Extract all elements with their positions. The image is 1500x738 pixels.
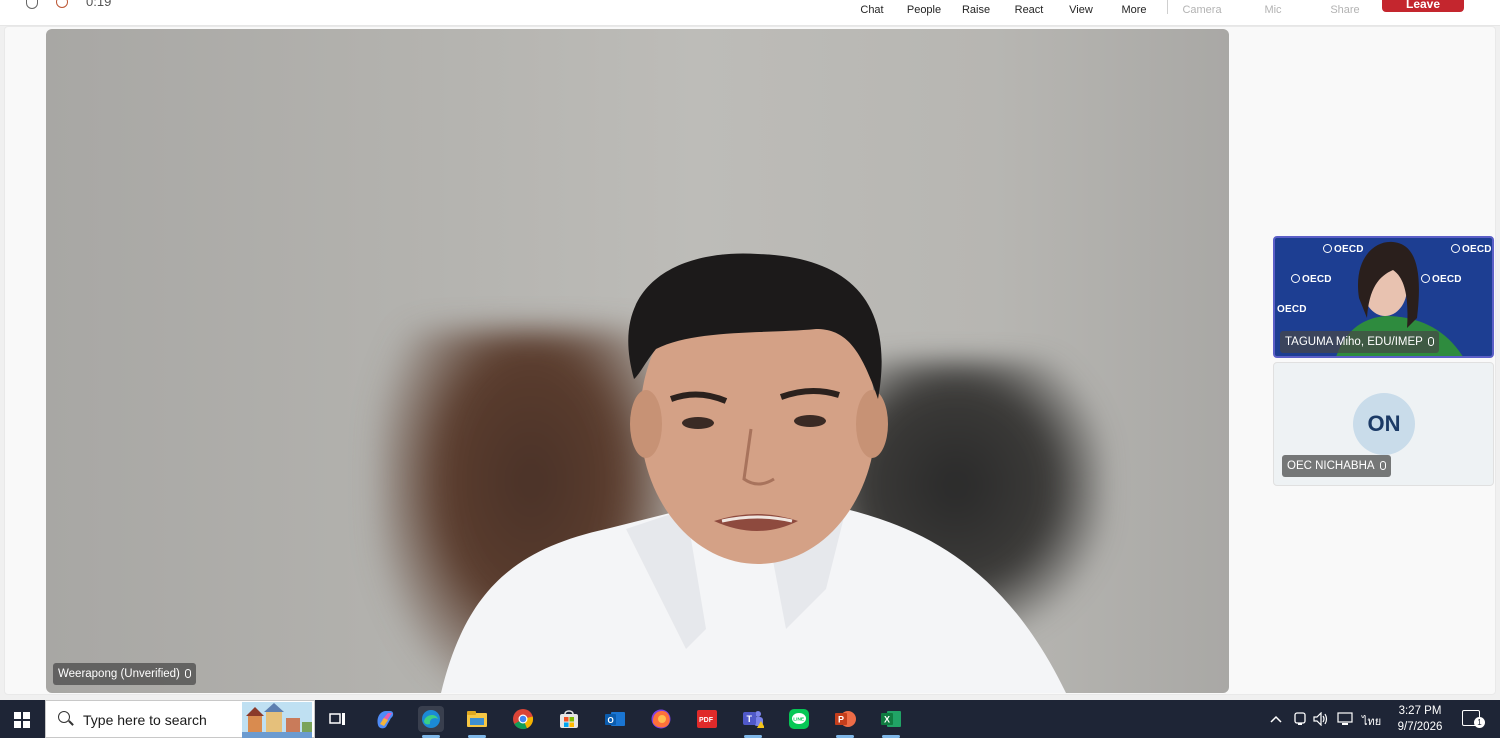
- toolbar-divider: [1167, 0, 1168, 14]
- participant-name-tag: OEC NICHABHA: [1282, 455, 1391, 477]
- windows-taskbar: Type here to search O PDF T LINE P X ไทย…: [0, 700, 1500, 738]
- line-messenger-icon[interactable]: LINE: [786, 706, 812, 732]
- meeting-status: 0:19: [26, 0, 111, 9]
- clock-time: 3:27 PM: [1398, 705, 1442, 717]
- svg-text:X: X: [884, 715, 890, 725]
- firefox-icon[interactable]: [648, 706, 674, 732]
- chevron-up-icon[interactable]: [1266, 708, 1286, 730]
- participant-name: TAGUMA Miho, EDU/IMEP: [1285, 336, 1423, 348]
- avatar: ON: [1353, 393, 1415, 455]
- meeting-timer: 0:19: [86, 0, 112, 9]
- windows-start-icon[interactable]: [14, 712, 30, 728]
- outlook-icon[interactable]: O: [602, 706, 628, 732]
- mic-button[interactable]: Mic: [1261, 4, 1285, 16]
- svg-text:O: O: [608, 716, 614, 725]
- task-view-icon[interactable]: [325, 706, 351, 732]
- edge-browser-icon[interactable]: [418, 706, 444, 732]
- svg-text:LINE: LINE: [793, 717, 805, 723]
- taskbar-search-box[interactable]: Type here to search: [45, 700, 315, 738]
- notification-badge: 1: [1474, 717, 1485, 728]
- svg-text:PDF: PDF: [699, 717, 714, 724]
- copilot-icon[interactable]: [372, 706, 398, 732]
- volume-icon[interactable]: [1311, 708, 1331, 730]
- meet-now-icon[interactable]: [1290, 708, 1310, 730]
- svg-text:T: T: [747, 714, 753, 724]
- leave-button[interactable]: Leave: [1382, 0, 1464, 12]
- input-language-indicator[interactable]: ไทย: [1362, 712, 1381, 738]
- people-button[interactable]: People: [904, 4, 944, 16]
- participant-tile[interactable]: OECD OECD OECD OECD OECD TAGUMA Miho, ED…: [1273, 236, 1494, 358]
- participant-tile[interactable]: ON OEC NICHABHA: [1273, 362, 1494, 486]
- system-clock[interactable]: 3:27 PM 9/7/2026: [1390, 703, 1450, 735]
- record-timer-icon: [56, 0, 68, 8]
- raise-hand-button[interactable]: Raise: [961, 4, 991, 16]
- chrome-browser-icon[interactable]: [510, 706, 536, 732]
- file-explorer-icon[interactable]: [464, 706, 490, 732]
- speaker-video-image: [441, 253, 1066, 693]
- search-placeholder: Type here to search: [83, 712, 207, 728]
- search-highlight-icon: [242, 702, 312, 738]
- share-button[interactable]: Share: [1329, 4, 1361, 16]
- mic-icon: [1379, 461, 1386, 470]
- main-video-feed[interactable]: Weerapong (Unverified): [46, 29, 1229, 693]
- camera-button[interactable]: Camera: [1182, 4, 1222, 16]
- mic-icon: [184, 669, 191, 678]
- pdf-reader-icon[interactable]: PDF: [694, 706, 720, 732]
- speaker-name: Weerapong (Unverified): [58, 668, 180, 680]
- network-icon[interactable]: [1335, 708, 1355, 730]
- teams-icon[interactable]: T: [740, 706, 766, 732]
- participant-name: OEC NICHABHA: [1287, 460, 1375, 472]
- svg-text:P: P: [838, 715, 844, 725]
- shield-icon: [26, 0, 38, 9]
- excel-icon[interactable]: X: [878, 706, 904, 732]
- react-button[interactable]: React: [1013, 4, 1045, 16]
- clock-date: 9/7/2026: [1397, 721, 1443, 733]
- mic-icon: [1427, 337, 1434, 346]
- microsoft-store-icon[interactable]: [556, 706, 582, 732]
- search-icon: [58, 711, 70, 723]
- speaker-name-tag: Weerapong (Unverified): [53, 663, 196, 685]
- view-button[interactable]: View: [1067, 4, 1095, 16]
- meeting-toolbar: 0:19 Chat People Raise React View More C…: [0, 0, 1500, 26]
- notification-center-icon[interactable]: 1: [1462, 710, 1485, 728]
- powerpoint-icon[interactable]: P: [832, 706, 858, 732]
- participant-name-tag: TAGUMA Miho, EDU/IMEP: [1280, 331, 1439, 353]
- more-button[interactable]: More: [1118, 4, 1150, 16]
- chat-button[interactable]: Chat: [858, 4, 886, 16]
- teams-meeting-window: 0:19 Chat People Raise React View More C…: [0, 0, 1500, 738]
